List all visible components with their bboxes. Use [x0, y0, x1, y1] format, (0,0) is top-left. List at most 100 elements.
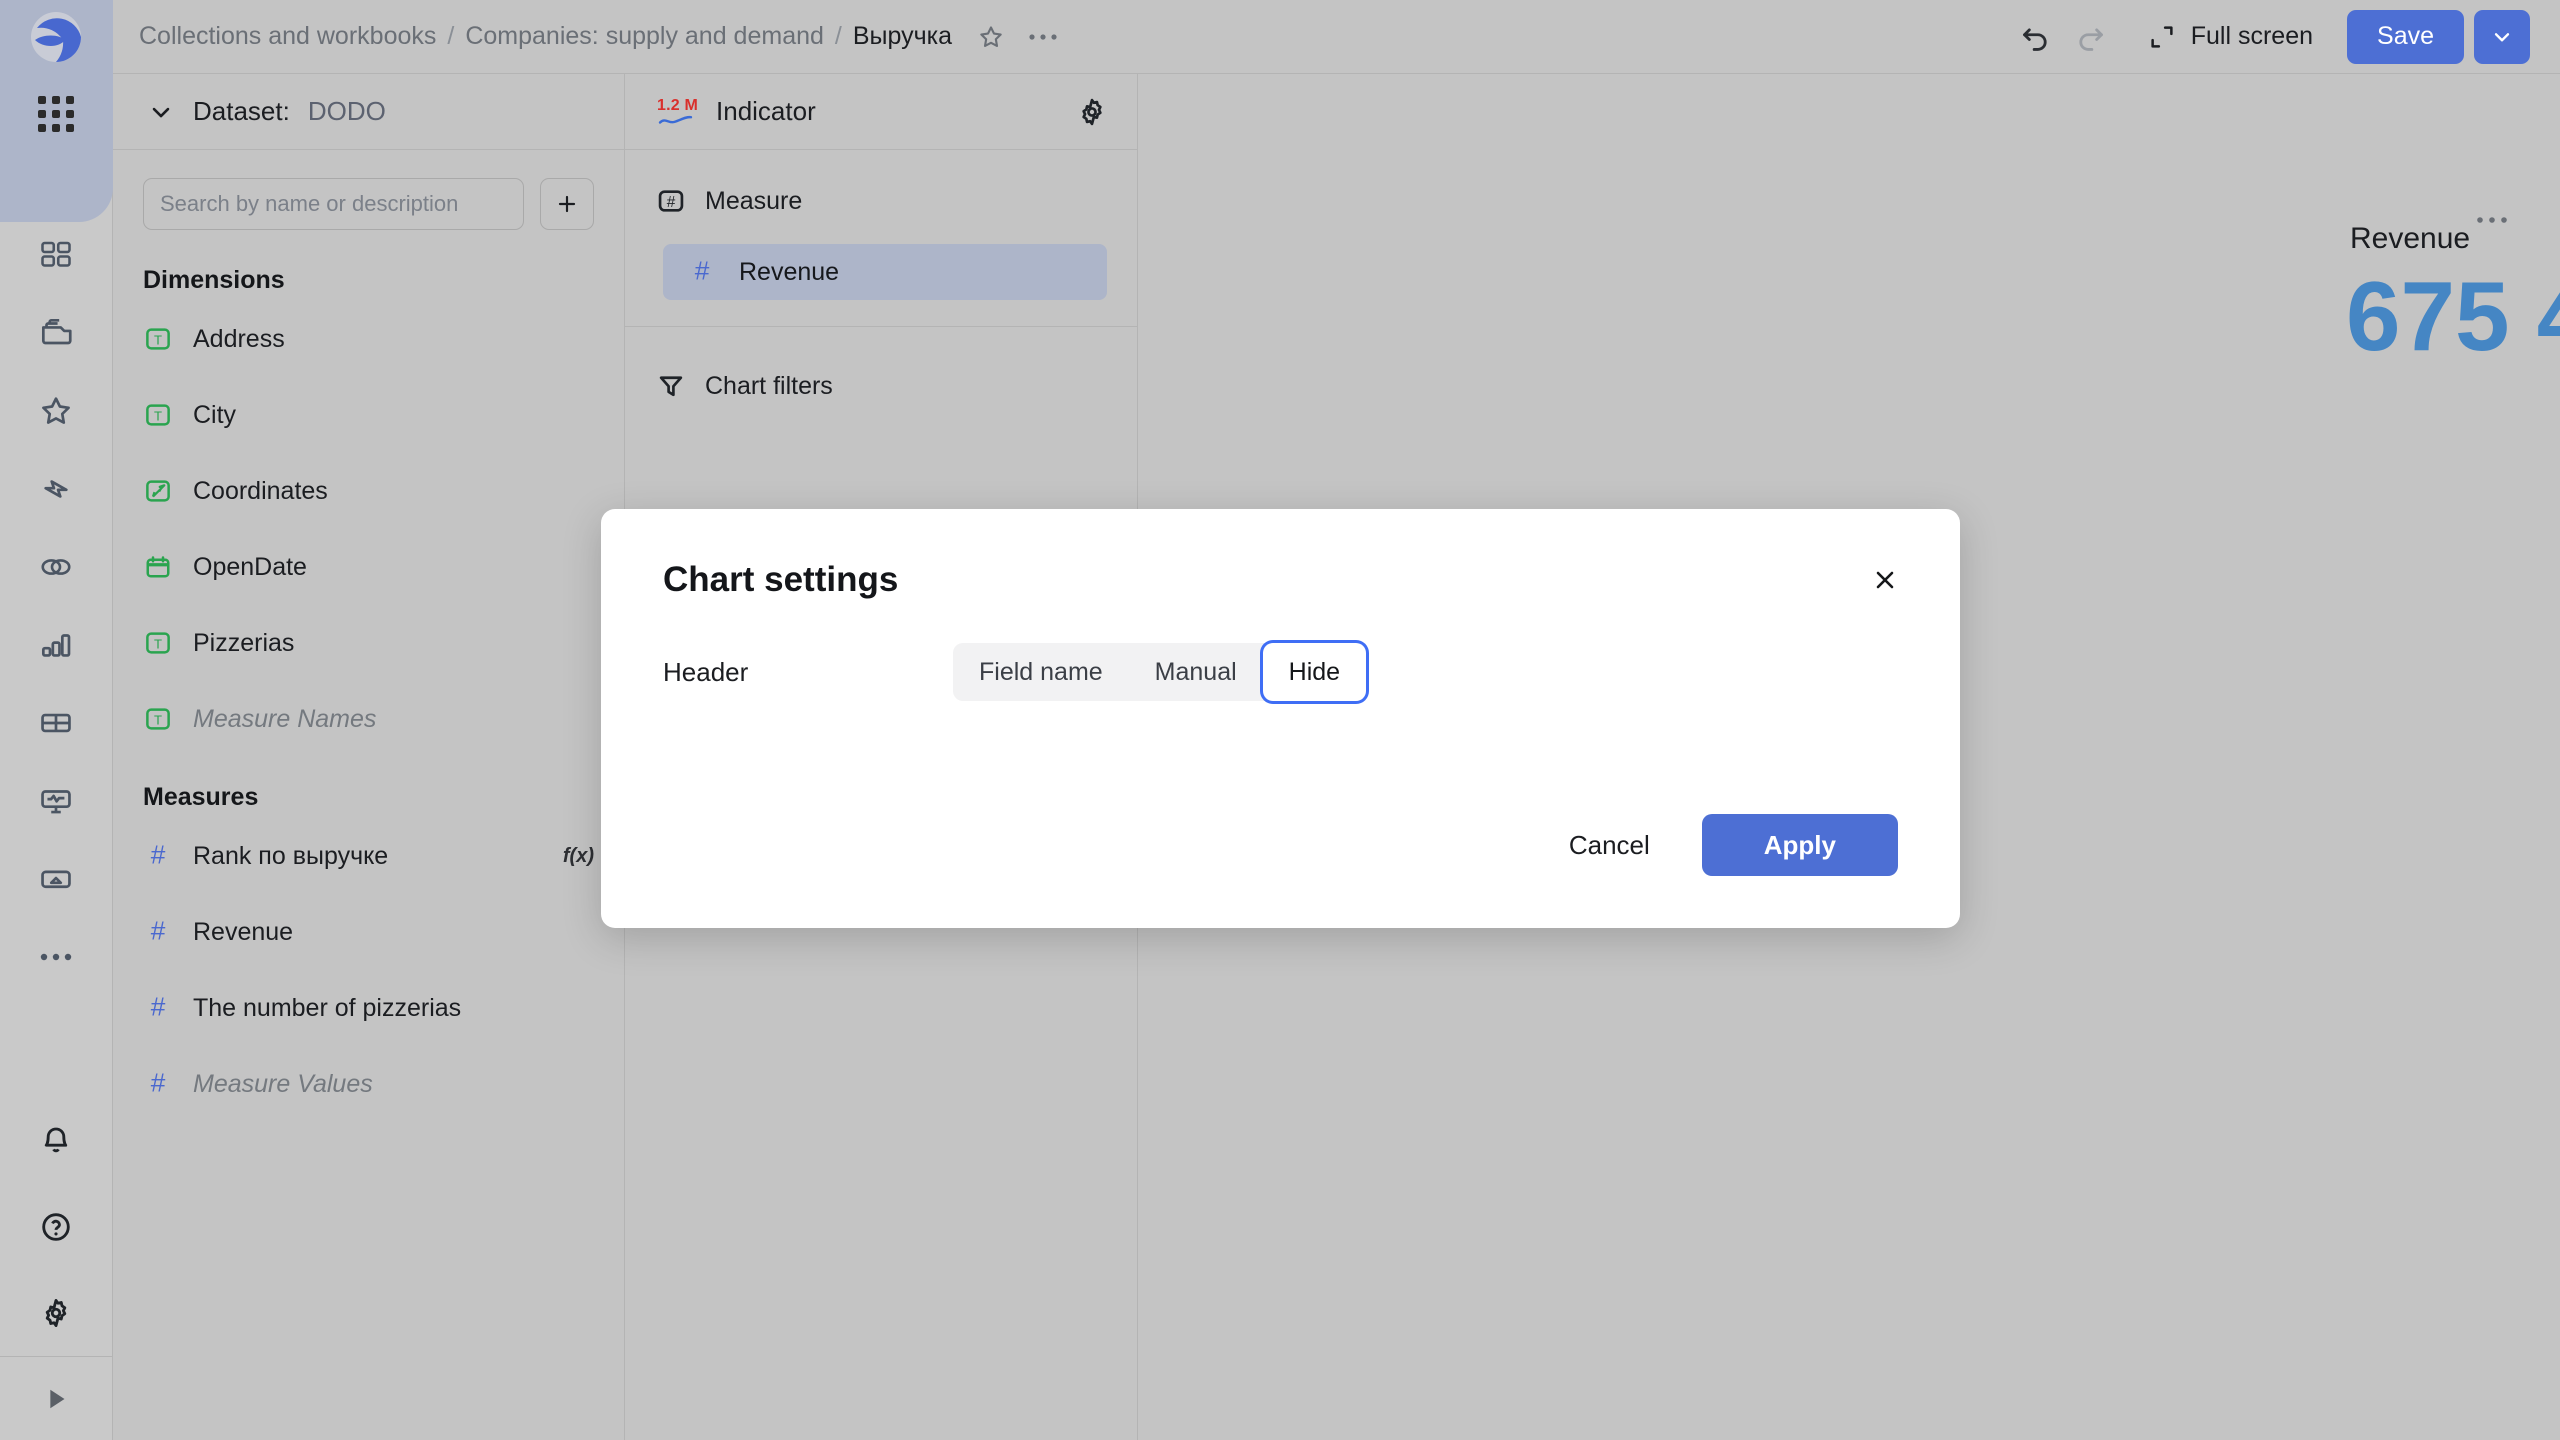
rail-item-help[interactable]	[0, 1184, 113, 1270]
dataset-search-row	[113, 150, 624, 240]
apply-button[interactable]: Apply	[1701, 814, 1898, 876]
measure-section: # Measure # Revenue	[625, 150, 1137, 327]
save-options-button[interactable]	[2474, 9, 2530, 64]
star-icon	[42, 397, 70, 424]
measure-section-header: # Measure	[625, 172, 1137, 230]
search-input[interactable]	[143, 178, 524, 230]
lightning-icon	[44, 480, 68, 498]
visualization-header: 1.2 M Indicator	[625, 74, 1137, 150]
svg-text:#: #	[151, 917, 166, 946]
svg-text:T: T	[154, 333, 162, 348]
rail-item-list	[0, 216, 113, 996]
measure-hash-box-icon: #	[658, 190, 684, 212]
list-item[interactable]: T Pizzerias	[113, 605, 624, 681]
number-field-icon: #	[151, 1069, 166, 1098]
rail-item-files[interactable]	[0, 840, 113, 918]
apps-grid-button[interactable]	[0, 74, 113, 154]
breadcrumb-item-workbook[interactable]: Companies: supply and demand	[465, 22, 824, 51]
rail-item-monitoring[interactable]	[0, 762, 113, 840]
app-root: Collections and workbooks / Companies: s…	[0, 0, 2560, 1440]
breadcrumb-separator: /	[447, 22, 455, 50]
fullscreen-button[interactable]: Full screen	[2133, 9, 2325, 65]
geopoint-field-icon	[146, 480, 170, 502]
list-item[interactable]: # Measure Values	[113, 1046, 624, 1122]
list-item[interactable]: # Rank по выручке f(x)	[113, 818, 624, 894]
collections-folder-icon	[41, 318, 72, 345]
folder-upload-icon	[41, 870, 71, 889]
measure-chip-revenue[interactable]: # Revenue	[663, 244, 1107, 300]
indicator-title: Revenue	[2350, 222, 2471, 255]
list-item[interactable]: # The number of pizzerias	[113, 970, 624, 1046]
chart-filters-header[interactable]: Chart filters	[625, 357, 1137, 415]
save-button[interactable]: Save	[2347, 9, 2464, 64]
chevron-down-icon	[152, 107, 170, 117]
date-field-icon	[146, 556, 170, 578]
list-item[interactable]: T Address	[113, 301, 624, 377]
bar-chart-icon	[41, 634, 71, 657]
rail-item-datasets[interactable]	[0, 528, 113, 606]
dialog-body: Header Field name Manual Hide	[601, 603, 1960, 701]
svg-text:T: T	[154, 409, 162, 424]
segment-hide[interactable]: Hide	[1262, 643, 1367, 701]
list-item[interactable]: OpenDate	[113, 529, 624, 605]
field-label: Measure Names	[193, 704, 377, 733]
breadcrumb-more-button[interactable]	[1022, 16, 1064, 58]
list-item[interactable]: T City	[113, 377, 624, 453]
field-label: Coordinates	[193, 476, 328, 505]
rail-item-notifications[interactable]	[0, 1098, 113, 1184]
monitor-pulse-icon	[41, 790, 71, 814]
rail-collapse-toggle[interactable]	[0, 1356, 113, 1440]
field-label: Pizzerias	[193, 628, 295, 657]
rail-item-tables[interactable]	[0, 684, 113, 762]
rail-item-charts[interactable]	[0, 606, 113, 684]
dataset-name: DODO	[307, 96, 386, 126]
breadcrumb-separator: /	[834, 22, 842, 50]
funnel-icon	[659, 376, 683, 397]
list-item[interactable]: Coordinates	[113, 453, 624, 529]
dataset-header[interactable]: Dataset: DODO	[113, 74, 624, 150]
rail-item-quick[interactable]	[0, 450, 113, 528]
close-dialog-button[interactable]	[1862, 557, 1908, 603]
ellipsis-icon	[40, 953, 72, 961]
undo-button[interactable]	[2007, 9, 2063, 65]
list-item[interactable]: T Measure Names	[113, 681, 624, 757]
rail-item-settings[interactable]	[0, 1270, 113, 1356]
text-field-icon: T	[146, 632, 170, 654]
favorite-button[interactable]	[970, 16, 1012, 58]
rail-item-more[interactable]	[0, 918, 113, 996]
breadcrumb: Collections and workbooks / Companies: s…	[139, 22, 952, 51]
indicator-sparkline-icon: 1.2 M	[657, 96, 699, 126]
breadcrumb-item-collections[interactable]: Collections and workbooks	[139, 22, 436, 51]
field-label: Revenue	[193, 917, 294, 946]
gear-icon	[1082, 98, 1102, 125]
breadcrumb-actions	[970, 16, 1064, 58]
cancel-button[interactable]: Cancel	[1535, 814, 1684, 876]
text-field-icon: T	[146, 708, 170, 730]
table-icon	[41, 713, 71, 733]
chart-settings-button[interactable]	[1071, 91, 1113, 133]
chart-more-menu-button[interactable]	[2466, 194, 2518, 246]
rail-item-collections[interactable]	[0, 294, 113, 372]
dialog-footer: Cancel Apply	[1535, 814, 1898, 876]
svg-text:#: #	[695, 257, 710, 286]
rail-item-dashboards[interactable]	[0, 216, 113, 294]
formula-indicator: f(x)	[562, 844, 594, 867]
app-logo[interactable]	[0, 0, 113, 74]
field-label: Rank по выручке	[193, 841, 389, 870]
segment-field-name[interactable]: Field name	[953, 643, 1129, 701]
add-field-button[interactable]	[540, 178, 594, 230]
segment-manual[interactable]: Manual	[1129, 643, 1263, 701]
field-label: OpenDate	[193, 552, 307, 581]
svg-text:T: T	[154, 713, 162, 728]
viz-badge-text: 1.2 M	[657, 96, 699, 114]
header-field-label: Header	[663, 656, 749, 687]
venn-circles-icon	[41, 559, 71, 575]
question-circle-icon	[42, 1213, 70, 1241]
bell-icon	[44, 1127, 68, 1153]
rail-item-favorites[interactable]	[0, 372, 113, 450]
list-item[interactable]: # Revenue	[113, 894, 624, 970]
datalens-logo-icon	[31, 12, 81, 62]
redo-button[interactable]	[2063, 9, 2119, 65]
field-label: The number of pizzerias	[193, 993, 462, 1022]
visualization-title: Indicator	[716, 96, 816, 126]
